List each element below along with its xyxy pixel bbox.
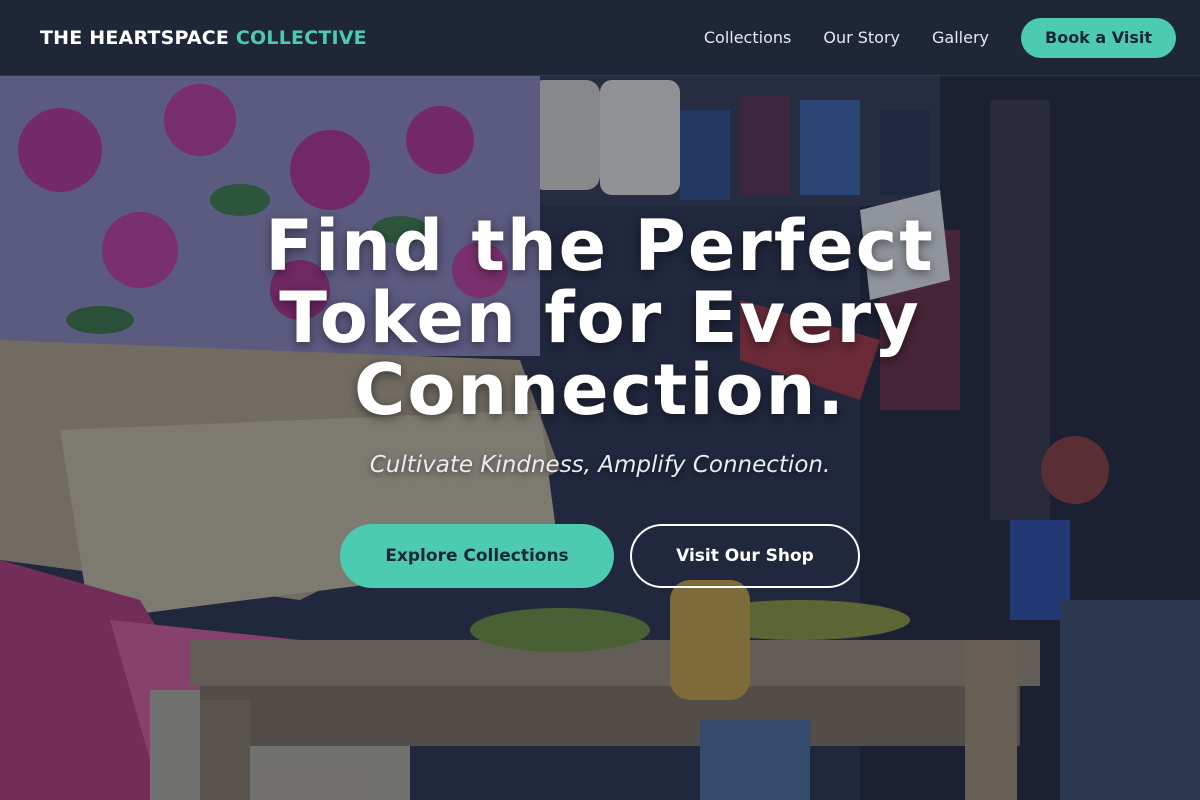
brand-name: THE HEARTSPACE (40, 26, 230, 49)
brand-name-accent: COLLECTIVE (235, 26, 367, 49)
hero-section: Find the Perfect Token for Every Connect… (0, 0, 1200, 800)
hero-headline: Find the Perfect Token for Every Connect… (265, 205, 935, 431)
main-nav: Collections Our Story Gallery Book a Vis… (704, 17, 1176, 58)
nav-link-our-story[interactable]: Our Story (823, 28, 900, 47)
hero-cta-group: Explore Collections Visit Our Shop (340, 524, 860, 588)
hero-tagline: Cultivate Kindness, Amplify Connection. (369, 452, 831, 478)
navbar: THE HEARTSPACE COLLECTIVE Collections Ou… (0, 0, 1200, 76)
nav-link-collections[interactable]: Collections (704, 28, 791, 47)
book-visit-button[interactable]: Book a Visit (1021, 17, 1176, 58)
brand-logo[interactable]: THE HEARTSPACE COLLECTIVE (40, 27, 367, 49)
explore-collections-button[interactable]: Explore Collections (340, 524, 614, 588)
nav-link-gallery[interactable]: Gallery (932, 28, 989, 47)
visit-shop-button[interactable]: Visit Our Shop (630, 524, 860, 588)
